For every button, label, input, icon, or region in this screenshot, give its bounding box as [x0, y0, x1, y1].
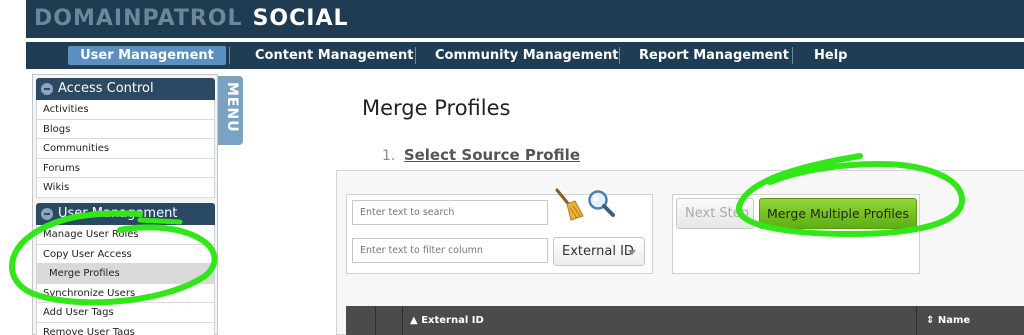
filter-column-select[interactable]: External ID — [553, 237, 645, 266]
search-input[interactable]: Enter text to search — [352, 200, 548, 225]
merge-multiple-profiles-button[interactable]: Merge Multiple Profiles — [759, 198, 917, 229]
access-control-title: Access Control — [58, 81, 154, 96]
step-number: 1. — [382, 148, 396, 164]
nav-user-management[interactable]: User Management — [68, 46, 226, 65]
access-control-header[interactable]: Access Control — [36, 78, 215, 100]
column-divider — [916, 306, 917, 335]
collapse-icon[interactable] — [41, 83, 53, 95]
user-management-title: User Management — [58, 206, 178, 221]
brand-part2: SOCIAL — [252, 6, 349, 31]
magnifier-icon[interactable] — [586, 189, 616, 219]
sidebar: Access Control Activities Blogs Communit… — [32, 74, 218, 335]
step-link[interactable]: Select Source Profile — [404, 146, 580, 164]
nav-content-management[interactable]: Content Management — [255, 42, 413, 69]
sort-up-icon: ▲ — [410, 315, 418, 326]
nav-help[interactable]: Help — [814, 42, 847, 69]
nav-separator — [229, 47, 230, 64]
left-gutter — [0, 0, 26, 335]
nav-separator — [415, 47, 416, 64]
table-header: ▲ External ID ⇕ Name — [346, 306, 1024, 335]
sidebar-item-forums[interactable]: Forums — [37, 158, 214, 178]
menu-tab-label: MENU — [224, 82, 240, 133]
brand-part1: DOMAINPATROL — [34, 6, 243, 31]
filter-column-value: External ID — [562, 244, 634, 259]
main-nav: User Management Content Management Commu… — [26, 42, 1024, 69]
nav-separator — [792, 47, 793, 64]
nav-report-management[interactable]: Report Management — [639, 42, 789, 69]
collapse-icon[interactable] — [41, 208, 53, 220]
user-management-list: Manage User Roles Copy User Access Merge… — [36, 225, 215, 335]
sidebar-item-manage-user-roles[interactable]: Manage User Roles — [37, 225, 214, 245]
page-title: Merge Profiles — [362, 96, 511, 120]
filter-input[interactable]: Enter text to filter column — [352, 238, 548, 263]
sidebar-item-copy-user-access[interactable]: Copy User Access — [37, 244, 214, 264]
column-divider — [375, 306, 376, 335]
column-header-external-id[interactable]: ▲ External ID — [410, 306, 484, 335]
sidebar-item-merge-profiles[interactable]: Merge Profiles — [37, 264, 214, 284]
sidebar-item-activities[interactable]: Activities — [37, 100, 214, 120]
step-indicator: 1. Select Source Profile — [382, 146, 580, 164]
sort-updown-icon: ⇕ — [926, 315, 935, 326]
top-banner: DOMAINPATROL SOCIAL — [26, 0, 1024, 38]
column-divider — [402, 306, 403, 335]
nav-separator — [619, 47, 620, 64]
access-control-list: Activities Blogs Communities Forums Wiki… — [36, 100, 215, 198]
broom-icon[interactable] — [553, 188, 585, 222]
nav-community-management[interactable]: Community Management — [435, 42, 618, 69]
sidebar-item-communities[interactable]: Communities — [37, 139, 214, 159]
sidebar-item-add-user-tags[interactable]: Add User Tags — [37, 303, 214, 323]
column-header-name[interactable]: ⇕ Name — [926, 306, 970, 335]
menu-tab[interactable]: MENU — [218, 76, 243, 145]
brand-logo[interactable]: DOMAINPATROL SOCIAL — [34, 6, 349, 34]
sidebar-item-remove-user-tags[interactable]: Remove User Tags — [37, 322, 214, 335]
sidebar-item-wikis[interactable]: Wikis — [37, 178, 214, 198]
next-step-button[interactable]: Next Step — [676, 198, 754, 229]
sidebar-item-synchronize-users[interactable]: Synchronize Users — [37, 283, 214, 303]
user-management-header[interactable]: User Management — [36, 203, 215, 225]
chevron-down-icon — [628, 250, 636, 255]
sidebar-item-blogs[interactable]: Blogs — [37, 119, 214, 139]
